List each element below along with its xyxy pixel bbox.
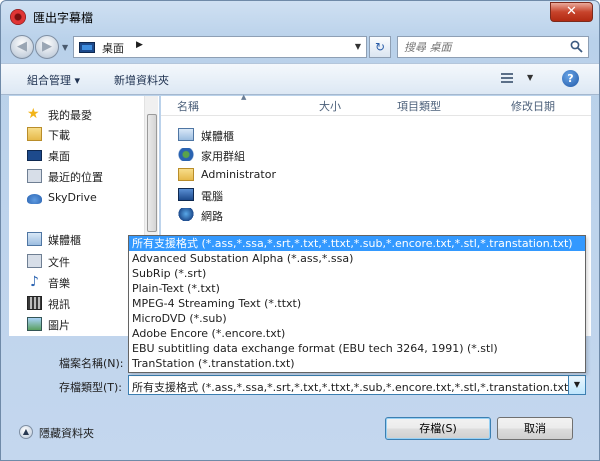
filename-label: 檔案名稱(N): [59, 357, 124, 370]
view-options-icon[interactable] [501, 73, 513, 84]
star-icon: ★ [27, 106, 40, 122]
filetype-dropdown-list: 所有支援格式 (*.ass,*.ssa,*.srt,*.txt,*.ttxt,*… [128, 235, 586, 373]
music-icon: ♪ [30, 274, 39, 290]
desktop-icon [79, 42, 95, 53]
nav-item-label: 視訊 [48, 298, 70, 311]
chevron-down-icon[interactable]: ▼ [568, 376, 585, 394]
filetype-option-txt[interactable]: Plain-Text (*.txt) [129, 281, 585, 296]
libraries-icon [178, 128, 194, 141]
recent-locations-dropdown[interactable]: ▼ [62, 43, 68, 52]
breadcrumb[interactable]: 桌面 ▶ ▼ [73, 36, 367, 58]
download-folder-icon [27, 127, 42, 141]
filetype-select[interactable]: 所有支援格式 (*.ass,*.ssa,*.srt,*.txt,*.ttxt,*… [128, 375, 586, 395]
filetype-option-sub[interactable]: MicroDVD (*.sub) [129, 311, 585, 326]
column-name[interactable]: 名稱 [177, 98, 199, 114]
list-item-label: 電腦 [201, 190, 223, 203]
list-item-label: Administrator [201, 168, 276, 181]
filetype-option-ttxt[interactable]: MPEG-4 Streaming Text (*.ttxt) [129, 296, 585, 311]
filetype-option-srt[interactable]: SubRip (*.srt) [129, 266, 585, 281]
video-icon [27, 296, 42, 310]
view-dropdown-icon[interactable]: ▼ [527, 73, 533, 82]
documents-icon [27, 254, 42, 268]
nav-item-label: 圖片 [48, 319, 70, 332]
window-title: 匯出字幕檔 [33, 11, 94, 25]
title-bar[interactable]: 匯出字幕檔 ✕ [1, 1, 599, 31]
nav-item-label: 下載 [48, 129, 70, 142]
nav-item-label: 我的最愛 [48, 109, 92, 122]
filetype-option-transtation[interactable]: TranStation (*.transtation.txt) [129, 356, 585, 371]
user-folder-icon [178, 168, 194, 181]
column-size[interactable]: 大小 [319, 98, 341, 114]
app-icon [10, 9, 26, 25]
network-icon [178, 208, 194, 221]
close-button[interactable]: ✕ [550, 2, 593, 22]
back-button[interactable]: ◀ [10, 35, 34, 59]
desktop-icon [27, 150, 42, 161]
filetype-option-all-supported[interactable]: 所有支援格式 (*.ass,*.ssa,*.srt,*.txt,*.ttxt,*… [129, 236, 585, 251]
filetype-option-stl[interactable]: EBU subtitling data exchange format (EBU… [129, 341, 585, 356]
save-button[interactable]: 存檔(S) [385, 417, 491, 440]
list-item-label: 網路 [201, 210, 223, 223]
collapse-icon: ▲ [19, 425, 33, 439]
hide-folders-label: 隱藏資料夾 [39, 427, 94, 440]
help-icon[interactable]: ? [562, 70, 579, 87]
search-box[interactable] [397, 36, 589, 58]
computer-icon [178, 188, 194, 201]
scrollbar-thumb[interactable] [147, 114, 157, 232]
homegroup-icon [178, 148, 194, 161]
search-icon[interactable] [570, 40, 583, 53]
breadcrumb-location[interactable]: 桌面 [102, 40, 124, 56]
column-modified[interactable]: 修改日期 [511, 98, 555, 114]
nav-item-label: 音樂 [48, 277, 70, 290]
nav-item-label: 桌面 [48, 150, 70, 163]
column-header-row: 名稱 ▲ 大小 項目類型 修改日期 [161, 93, 591, 116]
filetype-label: 存檔類型(T): [59, 381, 123, 394]
search-input[interactable] [398, 37, 558, 57]
nav-item-label: 文件 [48, 256, 70, 269]
sort-ascending-icon: ▲ [241, 93, 247, 101]
pictures-icon [27, 317, 42, 331]
forward-button[interactable]: ▶ [35, 35, 59, 59]
filetype-option-ass[interactable]: Advanced Substation Alpha (*.ass,*.ssa) [129, 251, 585, 266]
nav-item-label: 媒體櫃 [48, 234, 81, 247]
filetype-selected-value: 所有支援格式 (*.ass,*.ssa,*.srt,*.txt,*.ttxt,*… [132, 381, 573, 394]
nav-item-label: 最近的位置 [48, 171, 103, 184]
breadcrumb-separator-icon[interactable]: ▶ [136, 40, 143, 50]
list-item-label: 家用群組 [201, 150, 245, 163]
skydrive-icon [27, 194, 42, 204]
column-type[interactable]: 項目類型 [397, 98, 441, 114]
command-toolbar: 組合管理 ▾ 新增資料夾 ▼ ? [1, 63, 599, 95]
list-item-label: 媒體櫃 [201, 130, 234, 143]
save-dialog: 匯出字幕檔 ✕ ◀ ▶ ▼ 桌面 ▶ ▼ ↻ 組合管理 ▾ 新增資料夾 ▼ ? … [0, 0, 600, 461]
nav-item-label: SkyDrive [48, 191, 97, 204]
refresh-button[interactable]: ↻ [369, 36, 391, 58]
filetype-option-encore[interactable]: Adobe Encore (*.encore.txt) [129, 326, 585, 341]
organize-menu-button[interactable]: 組合管理 ▾ [27, 72, 80, 88]
address-dropdown-icon[interactable]: ▼ [355, 42, 361, 51]
cancel-button[interactable]: 取消 [497, 417, 573, 440]
libraries-icon [27, 232, 42, 246]
recent-places-icon [27, 169, 42, 183]
new-folder-button[interactable]: 新增資料夾 [114, 72, 169, 88]
address-bar: ◀ ▶ ▼ 桌面 ▶ ▼ ↻ [1, 31, 599, 63]
